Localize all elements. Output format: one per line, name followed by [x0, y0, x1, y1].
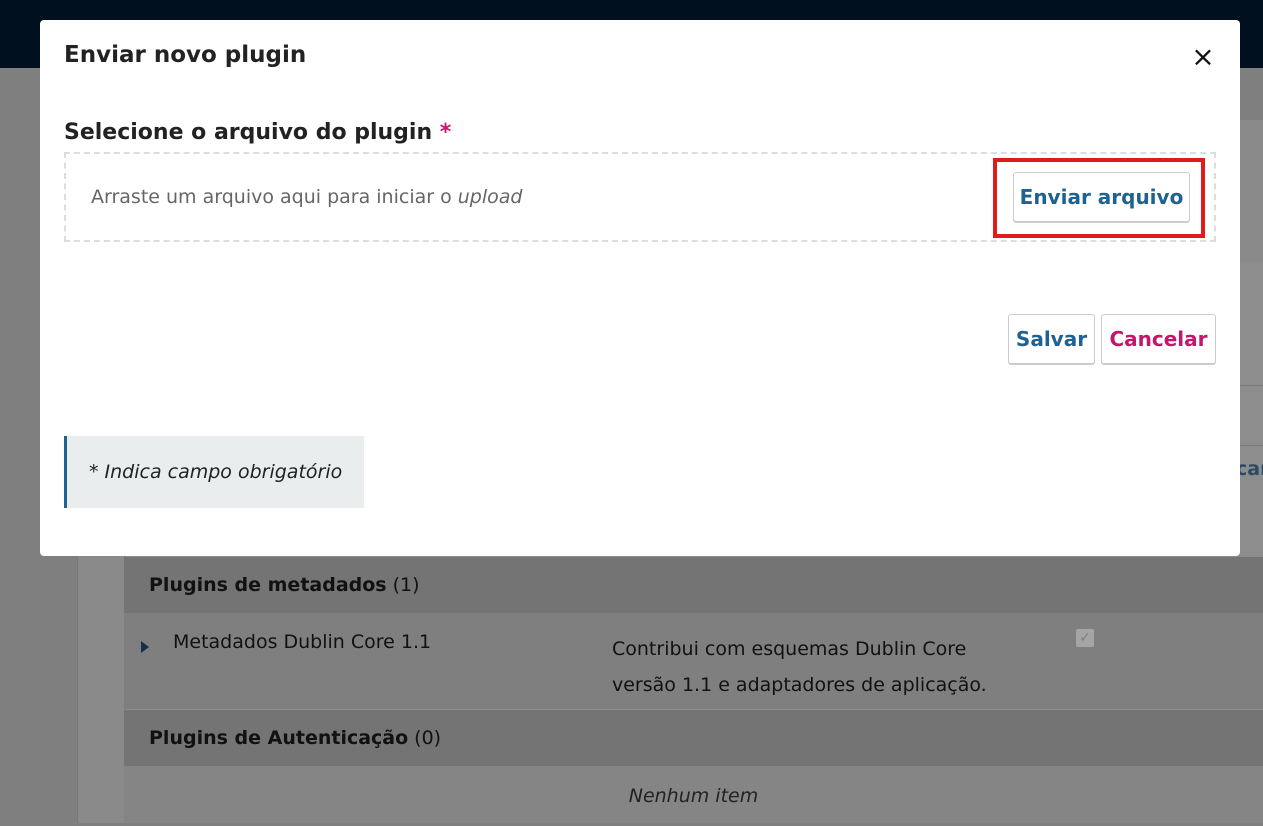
plugin-group-header-authentication: Plugins de Autenticação (0): [124, 710, 1263, 766]
expand-triangle-icon[interactable]: [141, 641, 149, 653]
upload-plugin-modal: Enviar novo plugin × Selecione o arquivo…: [40, 20, 1240, 556]
plugin-group-title: Plugins de Autenticação: [149, 727, 409, 749]
plugin-name: Metadados Dublin Core 1.1: [173, 631, 432, 653]
plugin-group-header-metadata: Plugins de metadados (1): [124, 557, 1263, 613]
required-fields-notice: * Indica campo obrigatório: [64, 436, 364, 508]
dropzone-text: Arraste um arquivo aqui para iniciar o: [91, 186, 458, 208]
field-label-text: Selecione o arquivo do plugin: [64, 120, 433, 145]
field-label: Selecione o arquivo do plugin *: [64, 120, 451, 145]
enabled-checkbox[interactable]: ✓: [1076, 629, 1094, 647]
obscured-button-label: car: [1236, 458, 1263, 480]
save-button[interactable]: Salvar: [1008, 314, 1095, 364]
plugin-group-count: (1): [392, 574, 420, 596]
cancel-button[interactable]: Cancelar: [1101, 314, 1216, 364]
dropzone-text-emphasis: upload: [457, 186, 523, 208]
empty-list-message: Nenhum item: [124, 766, 1263, 823]
modal-title: Enviar novo plugin: [64, 42, 307, 68]
plugin-group-count: (0): [414, 727, 442, 749]
dropzone-instructions: Arraste um arquivo aqui para iniciar o u…: [91, 186, 522, 208]
upload-file-button[interactable]: Enviar arquivo: [1013, 172, 1190, 222]
required-asterisk: *: [439, 120, 452, 145]
close-icon[interactable]: ×: [1188, 42, 1218, 72]
plugin-row: Metadados Dublin Core 1.1 Contribui com …: [124, 613, 1263, 709]
plugin-group-title: Plugins de metadados: [149, 574, 387, 596]
plugin-description: Contribui com esquemas Dublin Core versã…: [612, 638, 987, 696]
